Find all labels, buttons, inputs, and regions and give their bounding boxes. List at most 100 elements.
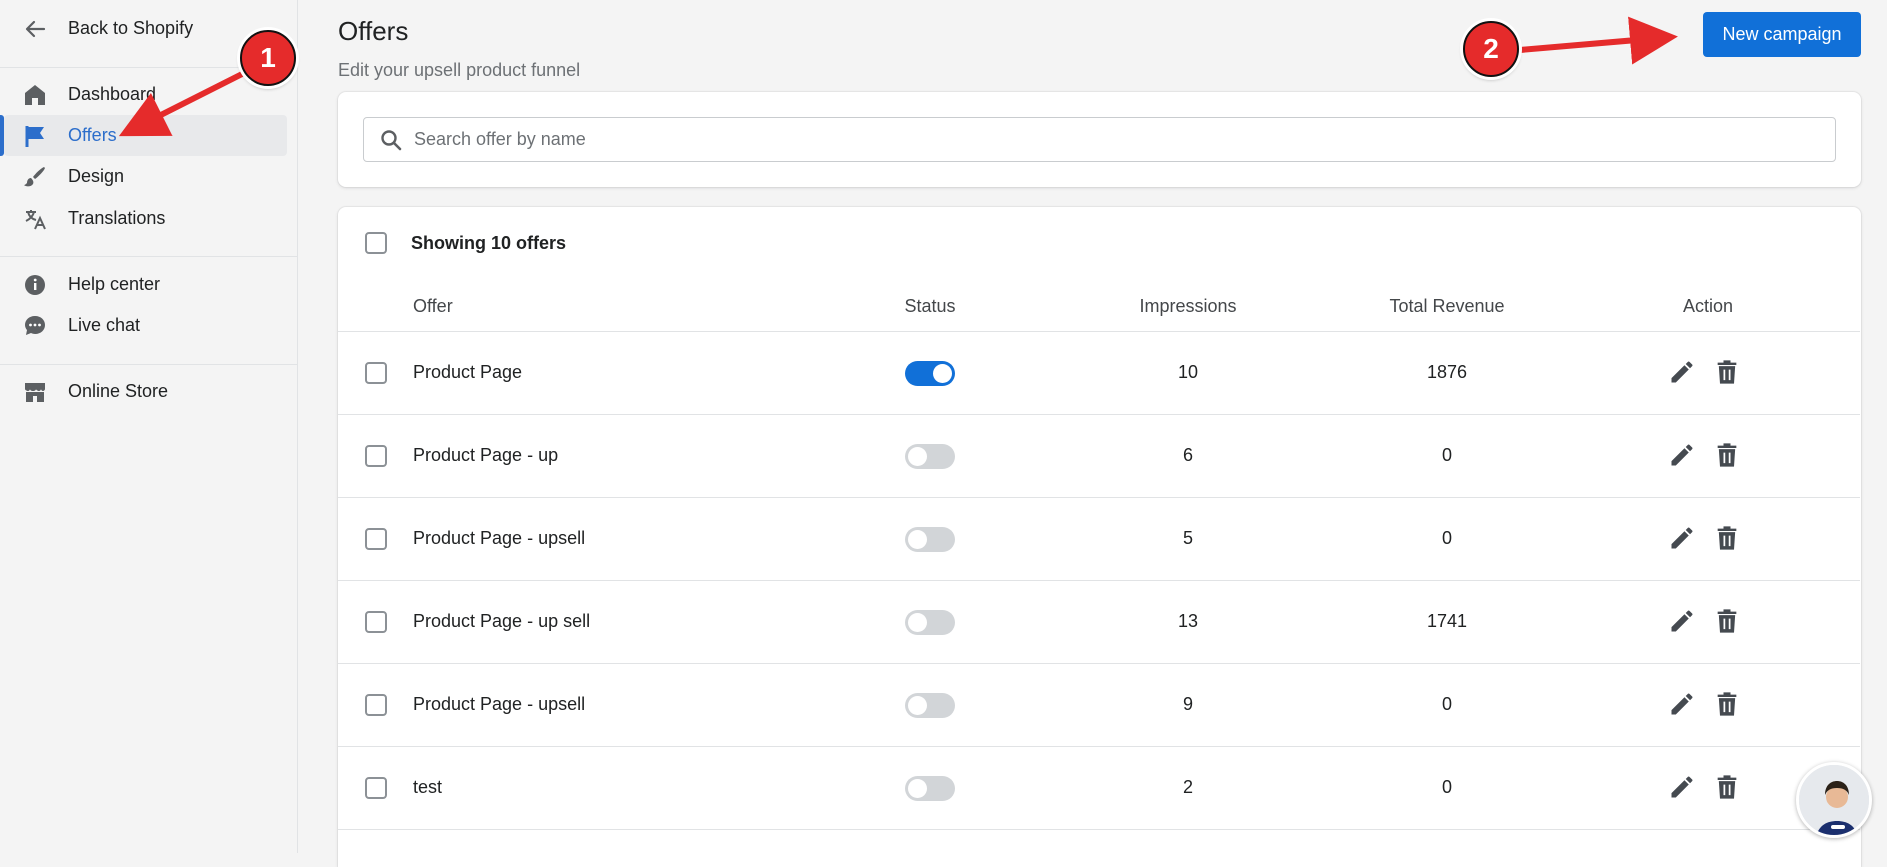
annotation-badge-2: 2: [1463, 21, 1519, 77]
trash-icon[interactable]: [1713, 607, 1741, 635]
sidebar-item-help-center[interactable]: Help center: [0, 264, 298, 305]
store-icon: [22, 379, 48, 405]
impressions-value: 2: [1182, 777, 1193, 797]
sidebar-divider: [0, 364, 298, 365]
page-title: Offers: [338, 16, 409, 46]
revenue-value: 0: [1441, 445, 1452, 465]
toggle-knob: [908, 613, 927, 632]
offer-name: Product Page - upsell: [413, 528, 586, 548]
trash-icon[interactable]: [1713, 441, 1741, 469]
trash-icon[interactable]: [1713, 524, 1741, 552]
impressions-value: 5: [1182, 528, 1193, 548]
translate-icon: [22, 206, 48, 232]
status-toggle[interactable]: [905, 444, 955, 469]
row-checkbox[interactable]: [365, 362, 387, 384]
offer-name: Product Page - upsell: [413, 694, 586, 714]
trash-icon[interactable]: [1713, 773, 1741, 801]
row-checkbox[interactable]: [365, 528, 387, 550]
revenue-value: 1741: [1426, 611, 1468, 631]
sidebar-item-online-store[interactable]: Online Store: [0, 371, 298, 412]
support-avatar[interactable]: [1796, 762, 1872, 838]
person-avatar-icon: [1799, 765, 1869, 835]
impressions-value: 13: [1177, 611, 1199, 631]
edit-icon[interactable]: [1668, 358, 1696, 386]
toggle-knob: [908, 696, 927, 715]
brush-icon: [22, 164, 48, 190]
new-campaign-button[interactable]: New campaign: [1703, 12, 1861, 57]
sidebar-item-offers[interactable]: Offers: [0, 115, 298, 156]
status-toggle[interactable]: [905, 361, 955, 386]
search-field[interactable]: [363, 117, 1836, 162]
revenue-value: 1876: [1426, 362, 1468, 382]
toggle-knob: [908, 530, 927, 549]
status-toggle[interactable]: [905, 527, 955, 552]
column-header-action: Action: [1682, 296, 1734, 316]
table-row: Product Page - upsell 9 0: [338, 664, 1860, 747]
arrow-to-new-campaign: [1519, 16, 1678, 65]
sidebar-item-label: Live chat: [68, 315, 141, 335]
search-input[interactable]: [414, 118, 1814, 161]
back-to-shopify-label: Back to Shopify: [68, 18, 194, 38]
status-toggle[interactable]: [905, 610, 955, 635]
column-header-offer: Offer: [413, 296, 453, 316]
row-checkbox[interactable]: [365, 694, 387, 716]
flag-icon: [22, 123, 48, 149]
row-checkbox[interactable]: [365, 445, 387, 467]
annotation-badge-1: 1: [240, 30, 296, 86]
edit-icon[interactable]: [1668, 524, 1696, 552]
sidebar-item-design[interactable]: Design: [0, 156, 298, 197]
chat-icon: [22, 313, 48, 339]
info-icon: [22, 272, 48, 298]
sidebar-item-label: Help center: [68, 274, 161, 294]
home-icon: [22, 82, 48, 108]
showing-count: Showing 10 offers: [411, 233, 567, 253]
revenue-value: 0: [1441, 528, 1452, 548]
revenue-value: 0: [1441, 694, 1452, 714]
status-toggle[interactable]: [905, 693, 955, 718]
search-card: [338, 92, 1861, 187]
trash-icon[interactable]: [1713, 690, 1741, 718]
table-row: Product Page - up 6 0: [338, 415, 1860, 498]
sidebar-item-label: Offers: [68, 125, 117, 145]
table-row: Product Page - up sell 13 1741: [338, 581, 1860, 664]
offer-name: Product Page - up sell: [413, 611, 591, 631]
trash-icon[interactable]: [1713, 358, 1741, 386]
impressions-value: 10: [1177, 362, 1199, 382]
toggle-knob: [908, 779, 927, 798]
sidebar-item-label: Design: [68, 166, 125, 186]
sidebar-item-label: Dashboard: [68, 84, 157, 104]
status-toggle[interactable]: [905, 776, 955, 801]
offer-name: Product Page - up: [413, 445, 559, 465]
edit-icon[interactable]: [1668, 690, 1696, 718]
row-checkbox[interactable]: [365, 611, 387, 633]
sidebar-item-translations[interactable]: Translations: [0, 198, 298, 239]
column-header-total-revenue: Total Revenue: [1389, 296, 1505, 316]
active-indicator: [0, 115, 4, 156]
sidebar-item-label: Online Store: [68, 381, 169, 401]
offer-name: Product Page: [413, 362, 523, 382]
revenue-value: 0: [1441, 777, 1452, 797]
toggle-knob: [933, 364, 952, 383]
sidebar: Back to Shopify Dashboard Offers Design …: [0, 0, 298, 853]
row-checkbox[interactable]: [365, 777, 387, 799]
toggle-knob: [908, 447, 927, 466]
search-icon: [380, 129, 402, 151]
table-row: Product Page 10 1876: [338, 332, 1860, 415]
offers-table-card: Showing 10 offers Offer Status Impressio…: [338, 207, 1861, 867]
select-all-checkbox[interactable]: [365, 232, 387, 254]
arrow-left-icon: [22, 16, 48, 42]
table-row: test 2 0: [338, 747, 1860, 830]
column-header-impressions: Impressions: [1139, 296, 1237, 316]
offer-name: test: [413, 777, 443, 797]
column-header-status: Status: [904, 296, 956, 316]
edit-icon[interactable]: [1668, 441, 1696, 469]
sidebar-divider: [0, 256, 298, 257]
table-row: Product Page - upsell 5 0: [338, 498, 1860, 581]
edit-icon[interactable]: [1668, 607, 1696, 635]
impressions-value: 6: [1182, 445, 1193, 465]
sidebar-item-label: Translations: [68, 208, 166, 228]
sidebar-item-live-chat[interactable]: Live chat: [0, 305, 298, 346]
page-subtitle: Edit your upsell product funnel: [338, 60, 581, 80]
edit-icon[interactable]: [1668, 773, 1696, 801]
impressions-value: 9: [1182, 694, 1193, 714]
